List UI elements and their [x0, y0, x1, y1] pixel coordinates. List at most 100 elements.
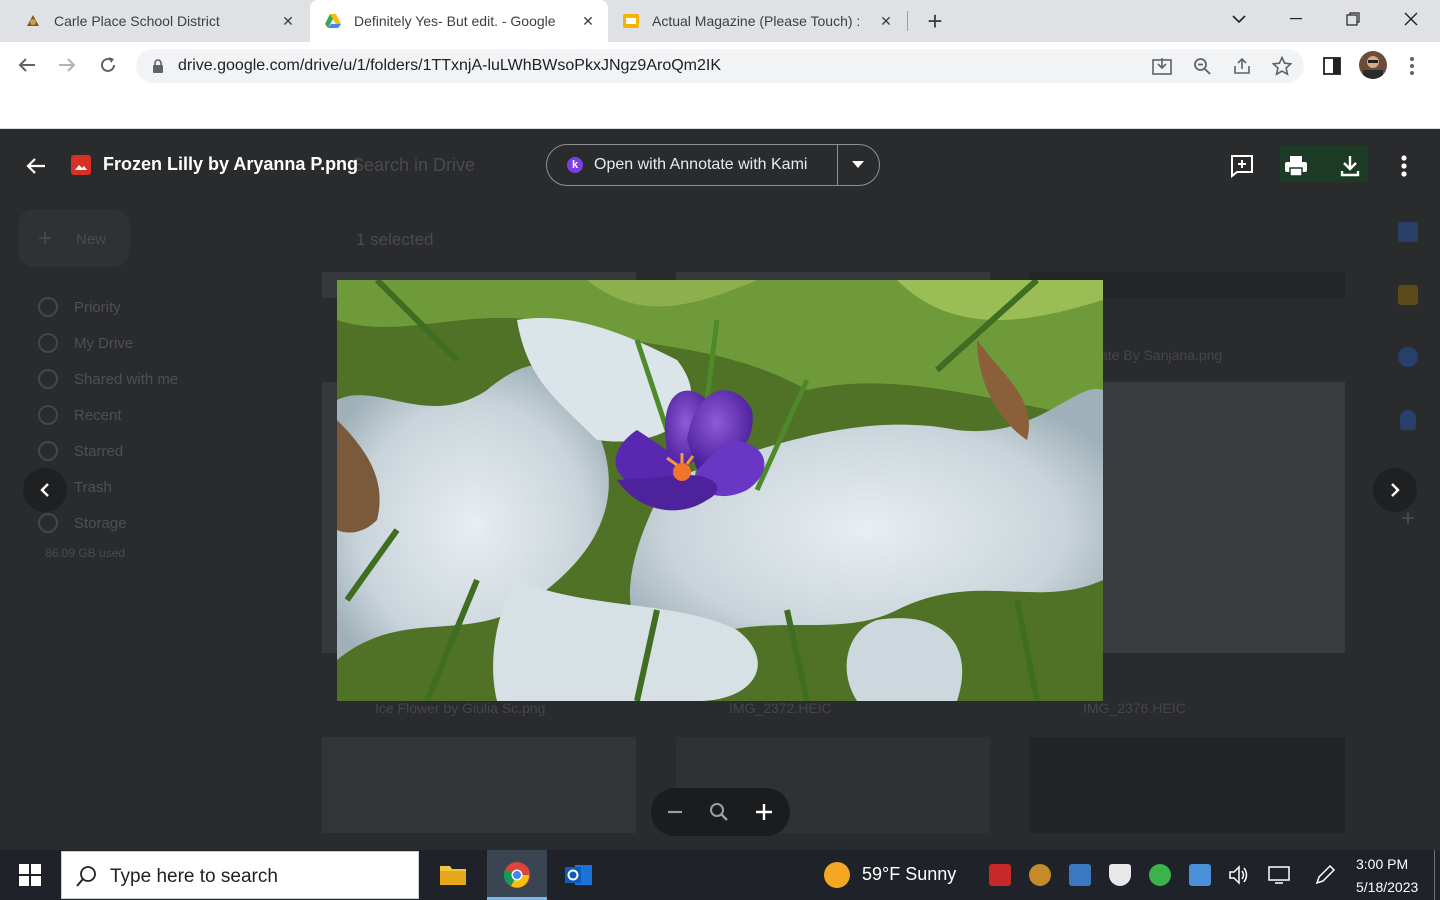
tab-carle-place[interactable]: Carle Place School District ✕	[0, 0, 308, 42]
search-icon	[76, 865, 98, 887]
bookmarks-bar	[0, 88, 1440, 129]
image-file-icon	[71, 155, 91, 175]
weather-text[interactable]: 59°F Sunny	[862, 864, 956, 885]
zoom-in-button[interactable]	[754, 802, 774, 822]
keep-icon[interactable]	[1398, 285, 1418, 305]
security-shield-icon[interactable]	[1109, 864, 1131, 886]
print-icon[interactable]	[1278, 148, 1314, 184]
side-panel-icon[interactable]	[1320, 54, 1344, 78]
restore-icon[interactable]	[1339, 8, 1367, 30]
zoom-magnifier-icon[interactable]	[709, 802, 729, 822]
tab-label: Actual Magazine (Please Touch) :	[652, 13, 861, 29]
more-actions-icon[interactable]	[1386, 148, 1422, 184]
sync-icon[interactable]	[1149, 864, 1171, 886]
contacts-icon[interactable]	[1400, 410, 1416, 430]
new-tab-button[interactable]: +	[922, 6, 948, 36]
share-icon[interactable]	[1230, 54, 1254, 78]
tab-divider	[907, 11, 908, 31]
taskbar-time[interactable]: 3:00 PM	[1356, 856, 1408, 872]
network-icon[interactable]	[1268, 865, 1290, 885]
show-desktop-button[interactable]	[1434, 850, 1435, 900]
nav-label: Priority	[74, 298, 121, 316]
back-arrow-icon[interactable]	[18, 148, 54, 184]
tab-actual-magazine[interactable]: Actual Magazine (Please Touch) : ✕	[610, 0, 906, 42]
tray-app-icon[interactable]	[1029, 864, 1051, 886]
add-comment-icon[interactable]	[1224, 148, 1260, 184]
drive-new-button[interactable]: + New	[18, 209, 130, 267]
tab-close-icon[interactable]: ✕	[878, 13, 894, 29]
file-name: Ice Flower by Giulia Sc.png	[375, 700, 546, 716]
chevron-right-icon	[1391, 483, 1400, 497]
nav-my-drive[interactable]: My Drive	[38, 333, 133, 353]
priority-icon	[38, 297, 58, 317]
open-with-label: Open with Annotate with Kami	[594, 156, 808, 173]
recent-icon	[38, 405, 58, 425]
image-preview[interactable]	[337, 280, 1103, 701]
zoom-out-button[interactable]	[665, 802, 685, 822]
minimize-icon[interactable]	[1282, 8, 1310, 30]
calendar-icon[interactable]	[1398, 222, 1418, 242]
tab-close-icon[interactable]: ✕	[280, 13, 296, 29]
file-title: Frozen Lilly by Aryanna P.png	[103, 154, 359, 174]
chrome-icon	[503, 862, 530, 888]
chrome-taskbar-button[interactable]	[487, 850, 547, 900]
nav-shared[interactable]: Shared with me	[38, 369, 178, 389]
nav-storage[interactable]: Storage	[38, 513, 127, 533]
plus-icon: +	[38, 225, 53, 252]
kami-icon: k	[567, 157, 583, 173]
new-label: New	[76, 231, 107, 248]
zoom-out-icon[interactable]	[1190, 54, 1214, 78]
taskbar-date[interactable]: 5/18/2023	[1356, 879, 1418, 895]
zoom-controls	[651, 788, 790, 836]
nav-recent[interactable]: Recent	[38, 405, 122, 425]
file-card[interactable]	[1029, 737, 1345, 833]
tab-label: Carle Place School District	[54, 13, 220, 29]
download-icon[interactable]	[1332, 148, 1368, 184]
open-with-divider	[837, 145, 838, 185]
chrome-menu-icon[interactable]	[1400, 54, 1424, 78]
taskbar-search-placeholder: Type here to search	[110, 866, 278, 887]
nav-label: My Drive	[74, 334, 134, 352]
file-card[interactable]	[322, 382, 337, 653]
tab-close-icon[interactable]: ✕	[580, 13, 596, 29]
url-text[interactable]: drive.google.com/drive/u/1/folders/1TTxn…	[178, 56, 721, 76]
tray-monitor-icon[interactable]	[1189, 864, 1211, 886]
back-icon[interactable]	[15, 53, 39, 77]
nav-priority[interactable]: Priority	[38, 297, 121, 317]
taskbar-search-box[interactable]: Type here to search	[61, 851, 419, 899]
profile-avatar[interactable]	[1359, 51, 1387, 79]
bookmark-star-icon[interactable]	[1270, 54, 1294, 78]
forward-icon[interactable]	[55, 53, 79, 77]
file-explorer-icon[interactable]	[439, 862, 467, 886]
open-with-dropdown-icon[interactable]	[852, 161, 864, 169]
tab-search-icon[interactable]	[1225, 8, 1253, 30]
weather-sun-icon[interactable]	[824, 862, 850, 888]
file-name: ate By Sanjana.png	[1100, 347, 1223, 363]
tab-google-drive[interactable]: Definitely Yes- But edit. - Google ✕	[310, 0, 608, 42]
shared-icon	[38, 369, 58, 389]
lock-icon[interactable]	[146, 54, 170, 78]
outlook-icon[interactable]	[565, 862, 593, 888]
reload-icon[interactable]	[96, 53, 120, 77]
file-name: IMG_2372.HEIC	[729, 700, 832, 716]
nav-starred[interactable]: Starred	[38, 441, 123, 461]
open-with-button[interactable]: k Open with Annotate with Kami	[546, 144, 880, 186]
tab-label: Definitely Yes- But edit. - Google	[354, 13, 556, 29]
nav-label: Shared with me	[74, 370, 179, 388]
previous-file-button[interactable]	[23, 468, 67, 512]
pen-icon[interactable]	[1314, 864, 1336, 886]
nav-label: Trash	[74, 478, 112, 496]
file-name: IMG_2376.HEIC	[1083, 700, 1186, 716]
add-addon-icon[interactable]: +	[1398, 507, 1418, 531]
nav-label: Starred	[74, 442, 124, 460]
install-app-icon[interactable]	[1150, 54, 1174, 78]
acrobat-icon[interactable]	[989, 864, 1011, 886]
file-card[interactable]	[322, 737, 636, 833]
crocus-in-snow-image	[337, 280, 1103, 701]
tray-network-app-icon[interactable]	[1069, 864, 1091, 886]
close-window-icon[interactable]	[1397, 8, 1425, 30]
tasks-icon[interactable]	[1398, 347, 1418, 367]
windows-start-icon[interactable]	[19, 864, 41, 886]
volume-icon[interactable]	[1228, 864, 1250, 886]
google-drive-favicon-icon	[325, 14, 341, 28]
